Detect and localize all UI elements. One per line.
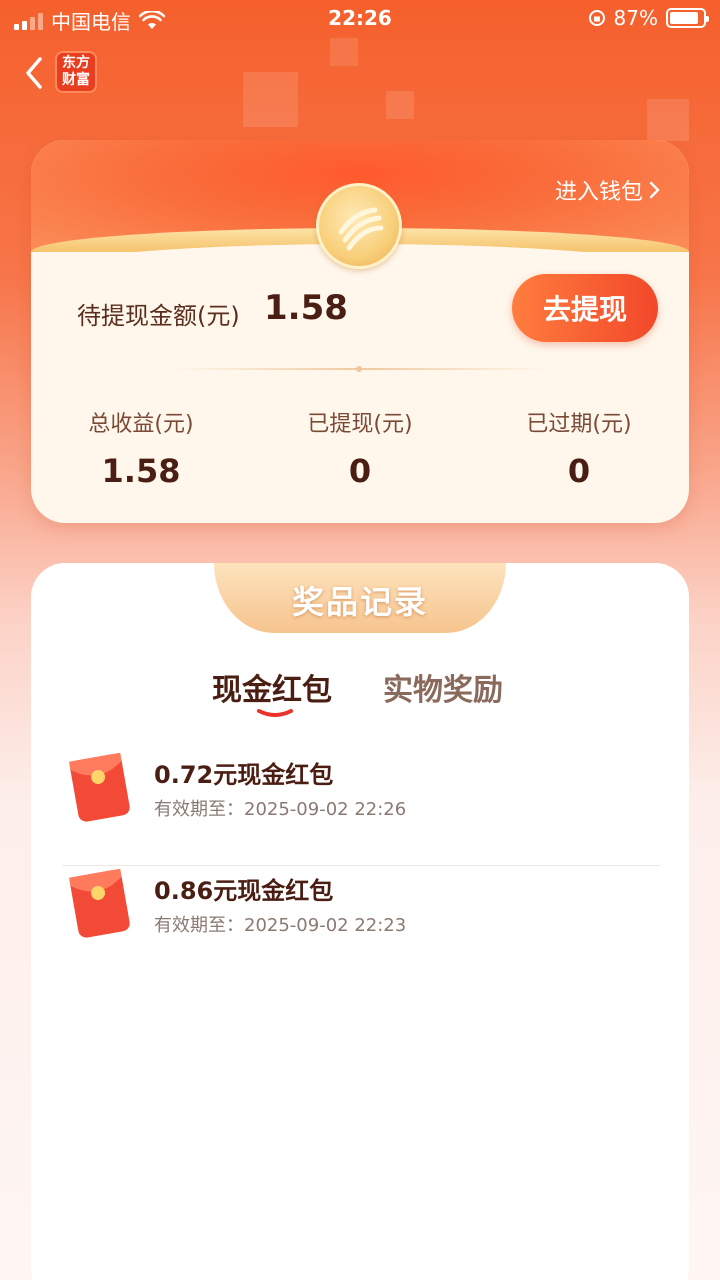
battery-icon (666, 8, 709, 28)
stat-withdrawn: 已提现(元) 0 (250, 406, 470, 490)
stat-expired: 已过期(元) 0 (469, 406, 689, 490)
status-bar: 中国电信 22:26 87% (0, 0, 720, 38)
enter-wallet-link[interactable]: 进入钱包 (555, 174, 661, 206)
pending-amount-label: 待提现金额(元) (77, 302, 240, 330)
record-title: 0.72元现金红包 (154, 761, 334, 789)
decor-square (386, 91, 414, 119)
back-button[interactable] (20, 55, 50, 91)
records-title: 奖品记录 (291, 583, 428, 621)
chevron-right-icon (649, 181, 660, 199)
prize-records-card: 奖品记录 现金红包 实物奖励 0.72元现金红包 有效期至：2025-09-02… (31, 563, 689, 1280)
stat-label: 已过期(元) (526, 412, 632, 437)
logo-text-line2: 财富 (62, 72, 90, 88)
wallet-card: 进入钱包 待提现金额(元) 1.58 去提现 总收益(元) 1.58 已提现(元… (31, 140, 689, 523)
coin-icon (316, 183, 402, 269)
stat-total-earnings: 总收益(元) 1.58 (31, 406, 251, 490)
tab-physical-rewards[interactable]: 实物奖励 (383, 665, 503, 709)
app-logo: 东方 财富 (55, 51, 97, 93)
decor-square (647, 99, 689, 141)
stat-label: 已提现(元) (307, 412, 413, 437)
record-expiry: 有效期至：2025-09-02 22:26 (154, 799, 407, 820)
red-packet-icon (68, 868, 130, 938)
battery-percent: 87% (613, 6, 658, 30)
rotation-lock-icon (588, 10, 605, 26)
stat-value: 0 (348, 452, 372, 490)
active-tab-indicator (257, 709, 293, 717)
stat-label: 总收益(元) (88, 412, 194, 437)
stat-value: 0 (567, 452, 591, 490)
decor-square (330, 38, 358, 66)
row-divider (62, 865, 660, 866)
pending-amount-value: 1.58 (264, 288, 348, 328)
record-title: 0.86元现金红包 (154, 877, 334, 905)
enter-wallet-label: 进入钱包 (554, 180, 643, 205)
red-packet-icon (68, 752, 130, 822)
logo-text-line1: 东方 (62, 55, 90, 71)
list-item[interactable]: 0.86元现金红包 有效期至：2025-09-02 22:23 (62, 867, 660, 982)
record-expiry: 有效期至：2025-09-02 22:23 (154, 915, 407, 936)
decor-square (243, 72, 298, 127)
withdraw-button[interactable]: 去提现 (512, 274, 658, 342)
list-item[interactable]: 0.72元现金红包 有效期至：2025-09-02 22:26 (62, 751, 660, 866)
stat-value: 1.58 (101, 452, 181, 490)
tab-cash-red-packet[interactable]: 现金红包 (212, 665, 332, 709)
